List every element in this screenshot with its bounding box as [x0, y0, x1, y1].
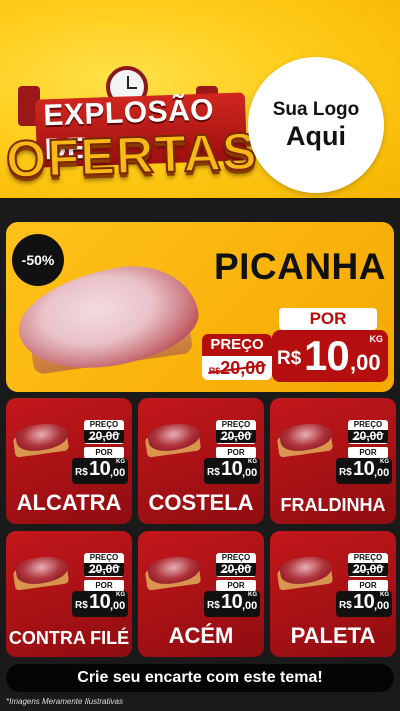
price-unit: KG [116, 592, 125, 598]
footnote: *Imagens Meramente Ilustrativas [6, 697, 123, 706]
preco-label: PREÇO [202, 334, 272, 356]
new-price-tag: R$ 10,00 KG [72, 591, 128, 617]
old-price-tag: PREÇO 20,00 [216, 553, 256, 577]
offer-title: EXPLOSÃO DE OFERTAS [4, 62, 260, 190]
product-name: ACÉM [168, 623, 234, 648]
price-decimal: ,00 [242, 467, 258, 479]
cta-banner[interactable]: Crie seu encarte com este tema! [6, 664, 394, 692]
price-decimal: ,00 [110, 600, 126, 612]
price-unit: KG [380, 459, 389, 465]
price-decimal: ,00 [374, 467, 390, 479]
product-card: PREÇO 20,00 POR R$ 10,00 KG PALETA [270, 531, 396, 657]
logo-line1: Sua Logo [272, 99, 360, 120]
por-label: POR [348, 447, 388, 458]
price-decimal: ,00 [110, 467, 126, 479]
price-unit: KG [116, 459, 125, 465]
product-card: PREÇO 20,00 POR R$ 10,00 KG ACÉM [138, 531, 264, 657]
product-card: PREÇO 20,00 POR R$ 10,00 KG FRALDINHA [270, 398, 396, 524]
old-price-tag: PREÇO 20,00 [348, 553, 388, 577]
new-price-tag: R$ 10,00 KG [204, 458, 260, 484]
new-price-tag: R$ 10 ,00 KG [272, 330, 388, 382]
currency: R$ [339, 467, 352, 478]
old-price-tag: PREÇO 20,00 [216, 420, 256, 444]
price-integer: 10 [221, 591, 243, 613]
old-price-tag: PREÇO 20,00 [84, 420, 124, 444]
price-unit: KG [248, 459, 257, 465]
old-price-tag: PREÇO 20,00 [348, 420, 388, 444]
featured-product-name: PICANHA [213, 246, 386, 287]
por-label: POR [84, 580, 124, 591]
price-integer: 10 [353, 458, 375, 480]
currency: R$ [207, 467, 220, 478]
old-price-value: 20,00 [220, 358, 266, 378]
price-integer: 10 [89, 458, 111, 480]
old-price: 20,00 [216, 563, 256, 576]
product-card: PREÇO 20,00 POR R$ 10,00 KG COSTELA [138, 398, 264, 524]
price-integer: 10 [221, 458, 243, 480]
price-unit: KG [369, 334, 384, 344]
price-decimal: ,00 [242, 600, 258, 612]
por-label: POR [279, 308, 377, 330]
old-price: 20,00 [84, 430, 124, 443]
currency: R$ [75, 600, 88, 611]
price-unit: KG [248, 592, 257, 598]
featured-product-card: -50% PICANHA POR PREÇO R$20,00 R$ 10 ,00… [6, 222, 394, 392]
logo-line2: Aqui [286, 121, 346, 151]
currency: R$ [277, 348, 302, 369]
price-integer: 10 [353, 591, 375, 613]
discount-badge: -50% [12, 234, 64, 286]
product-card: PREÇO 20,00 POR R$ 10,00 KG ALCATRA [6, 398, 132, 524]
product-name: ALCATRA [16, 490, 122, 515]
product-name: PALETA [290, 623, 376, 648]
por-label: POR [348, 580, 388, 591]
product-card: PREÇO 20,00 POR R$ 10,00 KG CONTRA FILÉ [6, 531, 132, 657]
new-price-tag: R$ 10,00 KG [336, 591, 392, 617]
product-name: FRALDINHA [280, 495, 386, 515]
old-price: 20,00 [348, 563, 388, 576]
price-decimal: ,00 [374, 600, 390, 612]
title-line2: OFERTAS [4, 122, 259, 191]
price-integer: 10 [89, 591, 111, 613]
new-price-tag: R$ 10,00 KG [72, 458, 128, 484]
old-price: R$20,00 [202, 356, 272, 380]
new-price-tag: R$ 10,00 KG [204, 591, 260, 617]
price-unit: KG [380, 592, 389, 598]
price-decimal: ,00 [350, 350, 381, 375]
header-banner: EXPLOSÃO DE OFERTAS Sua Logo Aqui [0, 0, 400, 198]
por-label: POR [216, 580, 256, 591]
new-price-tag: R$ 10,00 KG [336, 458, 392, 484]
currency: R$ [75, 467, 88, 478]
por-label: POR [216, 447, 256, 458]
old-price-tag: PREÇO 20,00 [84, 553, 124, 577]
old-price: 20,00 [216, 430, 256, 443]
product-name: CONTRA FILÉ [8, 628, 130, 648]
por-label: POR [84, 447, 124, 458]
old-price: 20,00 [84, 563, 124, 576]
old-price: 20,00 [348, 430, 388, 443]
currency: R$ [207, 600, 220, 611]
old-currency: R$ [208, 366, 221, 376]
price-integer: 10 [304, 332, 350, 379]
old-price-tag: PREÇO R$20,00 [202, 334, 272, 380]
currency: R$ [339, 600, 352, 611]
product-name: COSTELA [148, 490, 254, 515]
logo-placeholder: Sua Logo Aqui [248, 57, 384, 193]
